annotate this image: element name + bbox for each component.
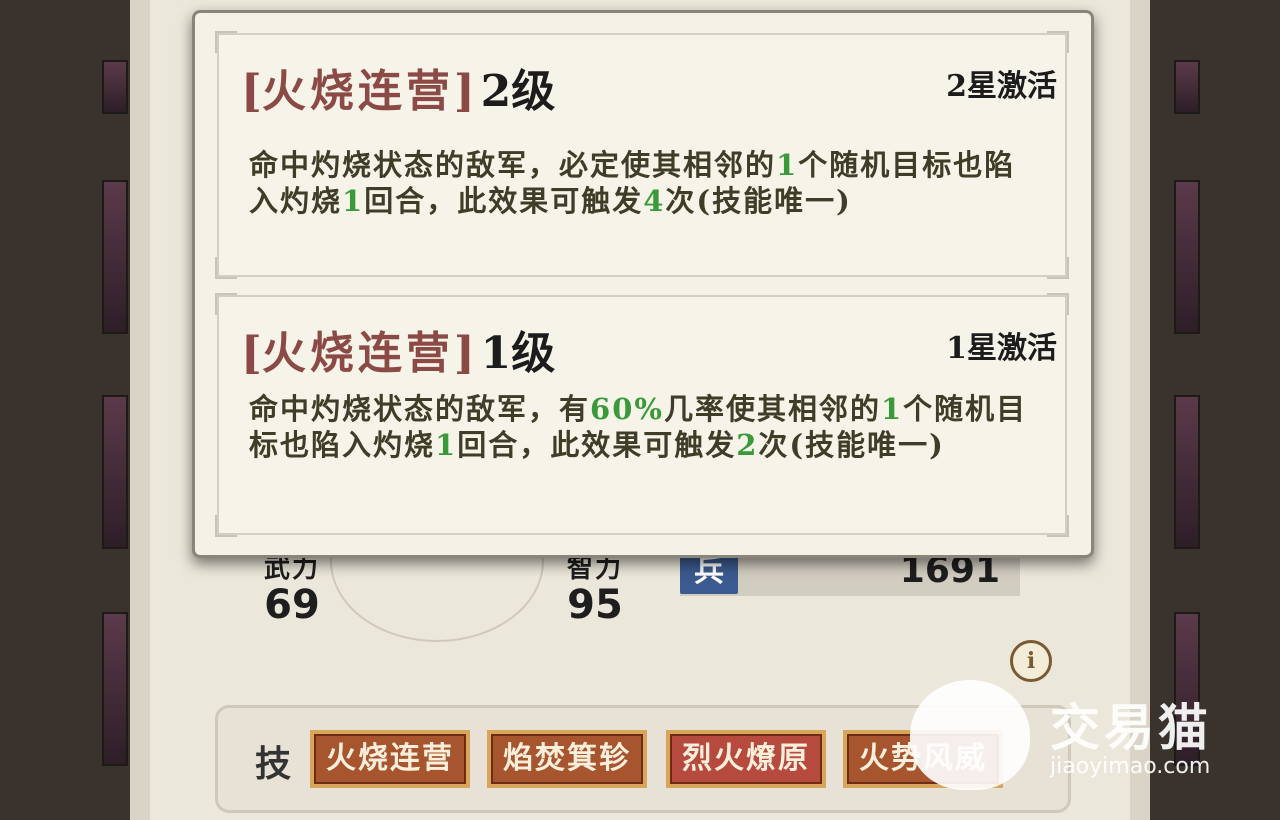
watermark-brand: 交易猫 bbox=[1050, 699, 1212, 757]
stat-value: 95 bbox=[567, 582, 623, 628]
skill-name: 火烧连营 bbox=[261, 66, 454, 117]
corner-ornament bbox=[1047, 293, 1069, 315]
corner-ornament bbox=[1047, 257, 1069, 279]
stat-force: 武力 69 bbox=[252, 548, 332, 625]
portrait-strip[interactable] bbox=[1174, 395, 1200, 549]
skill-description: 命中灼烧状态的敌军，有60%几率使其相邻的1个随机目标也陷入灼烧1回合，此效果可… bbox=[249, 391, 1029, 463]
corner-ornament bbox=[1047, 515, 1069, 537]
description-text: 次(技能唯一) bbox=[758, 428, 945, 462]
stat-intelligence: 智力 95 bbox=[555, 548, 635, 625]
corner-ornament bbox=[215, 293, 237, 315]
skill-button-2[interactable]: 焰焚箕轸 bbox=[487, 730, 647, 788]
description-text: 命中灼烧状态的敌军，有 bbox=[249, 392, 591, 426]
skill-name: 火烧连营 bbox=[261, 328, 454, 379]
skill-button-1[interactable]: 火烧连营 bbox=[310, 730, 470, 788]
star-activation: 1星激活 bbox=[946, 331, 1057, 366]
highlight-value: 1 bbox=[776, 148, 799, 182]
highlight-value: 1 bbox=[435, 428, 458, 462]
corner-ornament bbox=[215, 31, 237, 53]
cat-logo-icon bbox=[910, 680, 1030, 790]
highlight-value: 60% bbox=[590, 392, 664, 426]
portrait-strip[interactable] bbox=[102, 612, 128, 766]
skill-detail-popup[interactable]: [火烧连营] 2级 2星激活 命中灼烧状态的敌军，必定使其相邻的1个随机目标也陷入… bbox=[192, 10, 1094, 558]
star-activation: 2星激活 bbox=[946, 69, 1057, 104]
left-background bbox=[0, 0, 130, 820]
portrait-strip[interactable] bbox=[102, 60, 128, 114]
portrait-strip[interactable] bbox=[1174, 60, 1200, 114]
description-text: 回合，此效果可触发 bbox=[364, 184, 644, 218]
skills-label: 技 bbox=[255, 743, 292, 785]
skill-level: 1级 bbox=[480, 328, 556, 379]
watermark: 交易猫 jiaoyimao.com bbox=[910, 670, 1250, 790]
description-text: 命中灼烧状态的敌军，必定使其相邻的 bbox=[249, 148, 777, 182]
skill-title: [火烧连营] 2级 bbox=[241, 66, 556, 117]
description-text: 几率使其相邻的 bbox=[663, 392, 881, 426]
skill-level-card: [火烧连营] 1级 1星激活 命中灼烧状态的敌军，有60%几率使其相邻的1个随机目… bbox=[215, 293, 1069, 537]
skill-level-card: [火烧连营] 2级 2星激活 命中灼烧状态的敌军，必定使其相邻的1个随机目标也陷入… bbox=[215, 31, 1069, 279]
portrait-strip[interactable] bbox=[102, 395, 128, 549]
corner-ornament bbox=[215, 257, 237, 279]
portrait-strip[interactable] bbox=[1174, 180, 1200, 334]
stat-value: 69 bbox=[264, 582, 320, 628]
skill-title: [火烧连营] 1级 bbox=[241, 328, 556, 379]
highlight-value: 1 bbox=[880, 392, 904, 426]
skill-button-3[interactable]: 烈火燎原 bbox=[666, 730, 826, 788]
corner-ornament bbox=[215, 515, 237, 537]
description-text: 次(技能唯一) bbox=[665, 184, 852, 218]
corner-ornament bbox=[1047, 31, 1069, 53]
description-text: 回合，此效果可触发 bbox=[457, 428, 737, 462]
watermark-url: jiaoyimao.com bbox=[1050, 754, 1211, 779]
skill-level: 2级 bbox=[480, 66, 556, 117]
portrait-strip[interactable] bbox=[102, 180, 128, 334]
skill-description: 命中灼烧状态的敌军，必定使其相邻的1个随机目标也陷入灼烧1回合，此效果可触发4次… bbox=[249, 147, 1029, 219]
highlight-value: 4 bbox=[643, 184, 666, 218]
highlight-value: 1 bbox=[342, 184, 365, 218]
highlight-value: 2 bbox=[736, 428, 759, 462]
